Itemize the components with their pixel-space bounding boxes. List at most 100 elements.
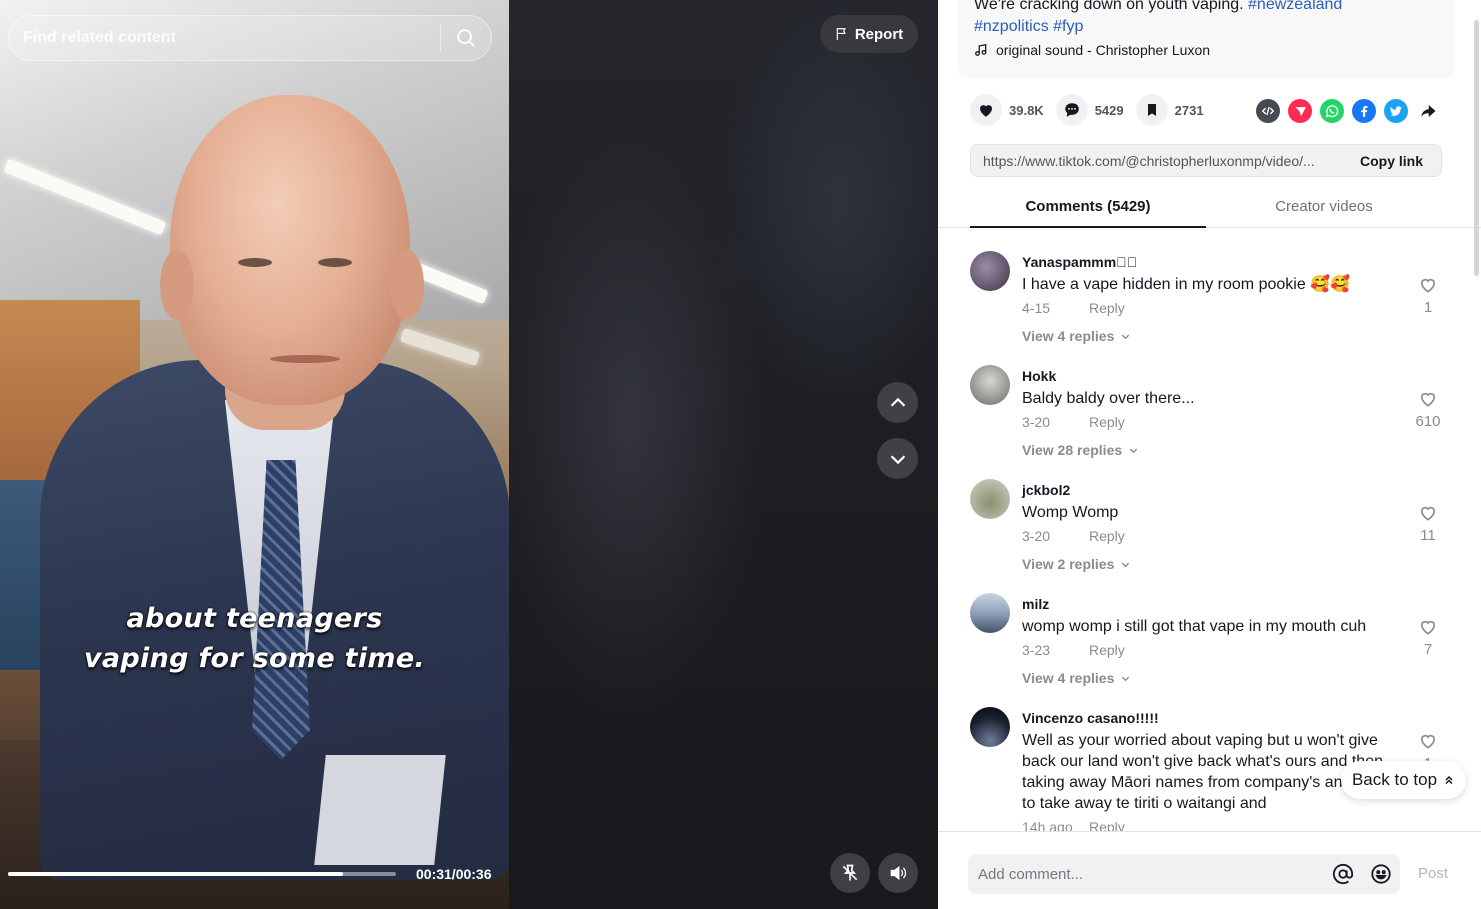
avatar[interactable]	[970, 251, 1010, 291]
volume-button[interactable]	[878, 853, 918, 893]
avatar[interactable]	[970, 707, 1010, 747]
comment-like-button[interactable]	[1417, 503, 1439, 528]
ceiling-light	[399, 327, 481, 367]
comment-like-button[interactable]	[1417, 389, 1439, 414]
video-caption-line1: about teenagers	[126, 603, 383, 634]
comment-list[interactable]: Yanaspammm   I have a vape hidden in my …	[938, 229, 1481, 831]
hashtag-link[interactable]: #nzpolitics	[974, 18, 1049, 35]
hashtag-link[interactable]: #fyp	[1053, 18, 1083, 35]
share-arrow-icon	[1421, 105, 1436, 117]
comment-date: 14h ago	[1022, 819, 1073, 831]
comment-count: 5429	[1094, 102, 1124, 118]
panel-scrollbar[interactable]	[1474, 20, 1479, 276]
reply-button[interactable]: Reply	[1089, 642, 1125, 658]
twitter-share-button[interactable]	[1384, 99, 1408, 123]
avatar[interactable]	[970, 365, 1010, 405]
heart-outline-icon	[1420, 278, 1436, 293]
double-chevron-up-icon	[1445, 775, 1453, 785]
view-replies-button[interactable]: View 4 replies	[1022, 670, 1131, 686]
more-share-button[interactable]	[1416, 99, 1440, 123]
description-text: We're cracking down on youth vaping.	[974, 0, 1244, 13]
video-eye	[318, 258, 352, 267]
view-replies-label: View 2 replies	[1022, 556, 1115, 572]
comment-username[interactable]: Yanaspammm  	[1022, 254, 1137, 270]
next-video-button[interactable]	[877, 438, 918, 479]
floating-player-button[interactable]	[830, 853, 870, 893]
reply-button[interactable]: Reply	[1089, 414, 1125, 430]
previous-video-button[interactable]	[877, 382, 918, 423]
at-sign-icon	[1332, 863, 1354, 885]
back-to-top-label: Back to top	[1351, 770, 1438, 789]
send-share-button[interactable]	[1288, 99, 1312, 123]
comment-like-button[interactable]	[1417, 731, 1439, 756]
reply-button[interactable]: Reply	[1089, 528, 1125, 544]
description-card: We're cracking down on youth vaping. #ne…	[958, 0, 1454, 78]
video-cuff	[314, 755, 446, 865]
comment-button[interactable]: 5429	[1055, 94, 1124, 126]
copy-link-button[interactable]: Copy link	[1346, 153, 1441, 169]
video-mouth	[270, 355, 340, 363]
post-comment-button[interactable]: Post	[1418, 865, 1448, 882]
tab-comments[interactable]: Comments (5429)	[970, 188, 1206, 228]
chevron-down-icon	[1122, 562, 1130, 567]
comment-date: 3-20	[1022, 528, 1051, 544]
search-button[interactable]	[441, 16, 491, 60]
facebook-share-button[interactable]	[1352, 99, 1376, 123]
comment-like-button[interactable]	[1417, 617, 1439, 642]
video-ear	[160, 250, 194, 320]
share-link-url[interactable]: https://www.tiktok.com/@christopherluxon…	[971, 153, 1346, 169]
reply-button[interactable]: Reply	[1089, 819, 1125, 831]
comment-username[interactable]: Hokk	[1022, 368, 1056, 384]
comment-composer: Post	[938, 831, 1481, 909]
video-progress-fill	[8, 872, 343, 876]
comment-username[interactable]: Vincenzo casano!!!!!	[1022, 710, 1159, 726]
comment-date: 4-15	[1022, 300, 1051, 316]
comment-username[interactable]: milz	[1022, 596, 1049, 612]
view-replies-button[interactable]: View 2 replies	[1022, 556, 1131, 572]
search-input[interactable]	[9, 29, 440, 47]
comment-date: 3-23	[1022, 642, 1051, 658]
hashtag-link[interactable]: #newzealand	[1248, 0, 1342, 13]
like-button[interactable]: 39.8K	[970, 94, 1044, 126]
reply-button[interactable]: Reply	[1089, 300, 1125, 316]
view-replies-button[interactable]: View 4 replies	[1022, 328, 1131, 344]
related-search	[8, 15, 492, 61]
comment-username[interactable]: jckbol2	[1022, 482, 1070, 498]
tab-creator-videos[interactable]: Creator videos	[1206, 188, 1442, 228]
facebook-icon	[1361, 105, 1368, 117]
comment-input[interactable]	[968, 865, 1324, 883]
music-row[interactable]: original sound - Christopher Luxon	[974, 42, 1210, 58]
avatar[interactable]	[970, 593, 1010, 633]
comment-like-button[interactable]	[1417, 275, 1439, 300]
report-button[interactable]: Report	[820, 15, 918, 53]
view-replies-button[interactable]: View 28 replies	[1022, 442, 1139, 458]
chevron-down-icon	[1122, 676, 1130, 681]
comment-input-wrap	[968, 854, 1400, 894]
bookmark-button[interactable]: 2731	[1135, 94, 1204, 126]
heart-outline-icon	[1420, 734, 1436, 749]
video-progress-bar[interactable]	[8, 872, 396, 876]
view-replies-label: View 4 replies	[1022, 328, 1115, 344]
video-stage[interactable]: about teenagers vaping for some time. Re…	[0, 0, 938, 909]
comment-like-count: 11	[1420, 527, 1436, 544]
view-replies-label: View 4 replies	[1022, 670, 1115, 686]
embed-share-button[interactable]	[1256, 99, 1280, 123]
paper-plane-icon	[1295, 106, 1306, 116]
heart-outline-icon	[1420, 506, 1436, 521]
pin-off-icon	[842, 864, 858, 881]
whatsapp-icon	[1325, 105, 1339, 118]
video-frame[interactable]: about teenagers vaping for some time.	[0, 0, 509, 909]
emoji-icon	[1371, 864, 1391, 884]
back-to-top-button[interactable]: Back to top	[1341, 761, 1466, 799]
share-link-box: https://www.tiktok.com/@christopherluxon…	[970, 144, 1442, 177]
heart-outline-icon	[1420, 620, 1436, 635]
avatar[interactable]	[970, 479, 1010, 519]
whatsapp-share-button[interactable]	[1320, 99, 1344, 123]
like-count: 39.8K	[1009, 102, 1044, 118]
mention-button[interactable]	[1324, 863, 1362, 885]
bookmark-icon	[1147, 104, 1156, 116]
chevron-down-icon	[1122, 334, 1130, 339]
video-caption-line2: vaping for some time.	[84, 643, 425, 674]
emoji-button[interactable]	[1362, 863, 1400, 885]
code-icon	[1261, 106, 1275, 116]
